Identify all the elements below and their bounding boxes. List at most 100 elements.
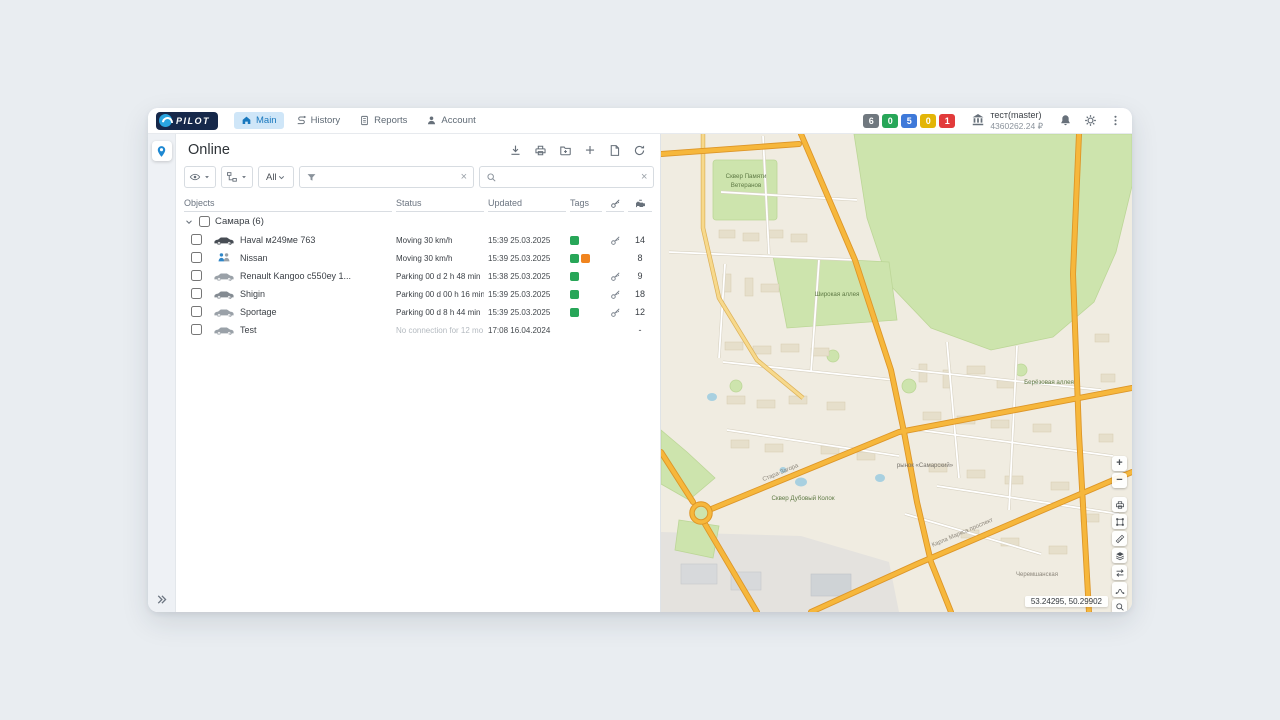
map-label: Широкая аллея xyxy=(815,291,860,298)
object-row[interactable]: Nissan Moving 30 km/h 15:39 25.03.2025 8 xyxy=(176,249,660,267)
column-objects[interactable]: Objects xyxy=(184,195,392,212)
map[interactable]: Сквер Памяти Ветеранов Широкая аллея Бер… xyxy=(661,134,1132,612)
object-row[interactable]: Haval м249ме 763 Moving 30 km/h 15:39 25… xyxy=(176,231,660,249)
object-name: Renault Kangoo с550еу 1... xyxy=(240,271,392,281)
counter-blue[interactable]: 5 xyxy=(901,114,917,128)
object-status: Parking 00 d 2 h 48 min xyxy=(396,272,484,281)
bank-icon xyxy=(971,113,985,127)
row-checkbox[interactable] xyxy=(191,270,202,281)
map-print-button[interactable] xyxy=(1112,497,1127,512)
brand-logo[interactable]: PILOT xyxy=(156,112,218,130)
panel-toolbar xyxy=(509,144,646,157)
export-file-icon[interactable] xyxy=(608,144,621,157)
header-actions xyxy=(1059,114,1122,127)
route-icon xyxy=(296,115,307,126)
hierarchy-icon xyxy=(226,171,238,183)
nav-tab-history[interactable]: History xyxy=(289,112,348,129)
online-mode-button[interactable] xyxy=(152,141,172,161)
nav-tab-account[interactable]: Account xyxy=(419,112,482,129)
object-row[interactable]: Test No connection for 12 mo 17:08 16.04… xyxy=(176,321,660,339)
collapse-panel-button[interactable] xyxy=(155,593,168,606)
nav-tab-reports[interactable]: Reports xyxy=(352,112,414,129)
add-object-plus-icon[interactable] xyxy=(584,144,596,156)
column-updated[interactable]: Updated xyxy=(488,195,566,212)
report-icon xyxy=(359,115,370,126)
tags-cell xyxy=(570,308,602,317)
print-icon xyxy=(1115,500,1125,510)
object-row[interactable]: Renault Kangoo с550еу 1... Parking 00 d … xyxy=(176,267,660,285)
measure-button[interactable] xyxy=(1112,531,1127,546)
object-row[interactable]: Sportage Parking 00 d 8 h 44 min 15:39 2… xyxy=(176,303,660,321)
row-checkbox[interactable] xyxy=(191,288,202,299)
user-menu[interactable]: тест(master) 4360262.24 ₽ xyxy=(971,110,1043,131)
map-label: Сквер Дубовый Колок xyxy=(771,495,834,502)
map-label: Ветеранов xyxy=(731,182,762,189)
group-label: Самара (6) xyxy=(215,216,264,227)
draw-polygon-button[interactable] xyxy=(1112,514,1127,529)
row-checkbox[interactable] xyxy=(191,324,202,335)
object-row[interactable]: Shigin Parking 00 d 00 h 16 min 15:39 25… xyxy=(176,285,660,303)
panel-title: Online xyxy=(188,142,230,158)
counter-total[interactable]: 6 xyxy=(863,114,879,128)
column-status[interactable]: Status xyxy=(396,195,484,212)
tag-green xyxy=(570,254,579,263)
more-kebab-icon[interactable] xyxy=(1109,114,1122,127)
object-value: 12 xyxy=(628,307,652,317)
object-value: 18 xyxy=(628,289,652,299)
counter-red[interactable]: 1 xyxy=(939,114,955,128)
eye-icon xyxy=(189,171,201,183)
double-chevron-right-icon xyxy=(155,593,168,606)
user-name: тест(master) xyxy=(990,110,1043,121)
column-key[interactable] xyxy=(606,195,624,212)
key-icon xyxy=(610,289,621,300)
filter-toolbar: All × × xyxy=(176,163,660,195)
row-checkbox[interactable] xyxy=(191,306,202,317)
main-nav: Main History Reports Account xyxy=(234,112,483,129)
notifications-bell-icon[interactable] xyxy=(1059,114,1072,127)
clear-filter-icon[interactable]: × xyxy=(461,172,467,183)
layers-icon xyxy=(1115,551,1125,561)
counter-green[interactable]: 0 xyxy=(882,114,898,128)
download-icon[interactable] xyxy=(509,144,522,157)
nav-tab-label: Reports xyxy=(374,115,407,126)
nav-tab-main[interactable]: Main xyxy=(234,112,284,129)
tags-cell xyxy=(570,254,602,263)
object-status: Parking 00 d 8 h 44 min xyxy=(396,308,484,317)
map-container: Сквер Памяти Ветеранов Широкая аллея Бер… xyxy=(661,134,1132,612)
map-label: Сквер Памяти xyxy=(726,173,767,180)
print-icon[interactable] xyxy=(534,144,547,157)
map-label: Черемшанская xyxy=(1016,572,1058,578)
layers-button[interactable] xyxy=(1112,548,1127,563)
zoom-out-button[interactable]: − xyxy=(1112,473,1127,488)
visibility-filter-button[interactable] xyxy=(184,166,216,188)
column-engine[interactable] xyxy=(628,195,652,212)
status-filter-select[interactable]: All xyxy=(258,166,294,188)
group-row-samara[interactable]: Самара (6) xyxy=(176,212,660,231)
objects-panel: Online xyxy=(176,134,661,612)
column-tags[interactable]: Tags xyxy=(570,195,602,212)
row-checkbox[interactable] xyxy=(191,252,202,263)
object-updated: 15:39 25.03.2025 xyxy=(488,290,566,299)
clear-search-icon[interactable]: × xyxy=(641,172,647,183)
row-checkbox[interactable] xyxy=(191,234,202,245)
zoom-in-button[interactable]: + xyxy=(1112,456,1127,471)
tag-filter-input[interactable] xyxy=(321,171,457,184)
counter-yellow[interactable]: 0 xyxy=(920,114,936,128)
account-icon xyxy=(426,115,437,126)
tags-cell xyxy=(570,272,602,281)
object-status: Moving 30 km/h xyxy=(396,236,484,245)
add-group-folder-icon[interactable] xyxy=(559,144,572,157)
location-pin-icon xyxy=(155,145,168,158)
search-input[interactable] xyxy=(501,171,637,184)
grouping-button[interactable] xyxy=(221,166,253,188)
refresh-icon[interactable] xyxy=(633,144,646,157)
settings-gear-icon[interactable] xyxy=(1084,114,1097,127)
object-value: - xyxy=(628,325,652,335)
map-search-button[interactable] xyxy=(1112,599,1127,612)
object-value: 9 xyxy=(628,271,652,281)
group-checkbox[interactable] xyxy=(199,216,210,227)
tag-filter-inputbox: × xyxy=(299,166,474,188)
track-button[interactable] xyxy=(1112,582,1127,597)
swap-view-button[interactable] xyxy=(1112,565,1127,580)
tag-green xyxy=(570,236,579,245)
